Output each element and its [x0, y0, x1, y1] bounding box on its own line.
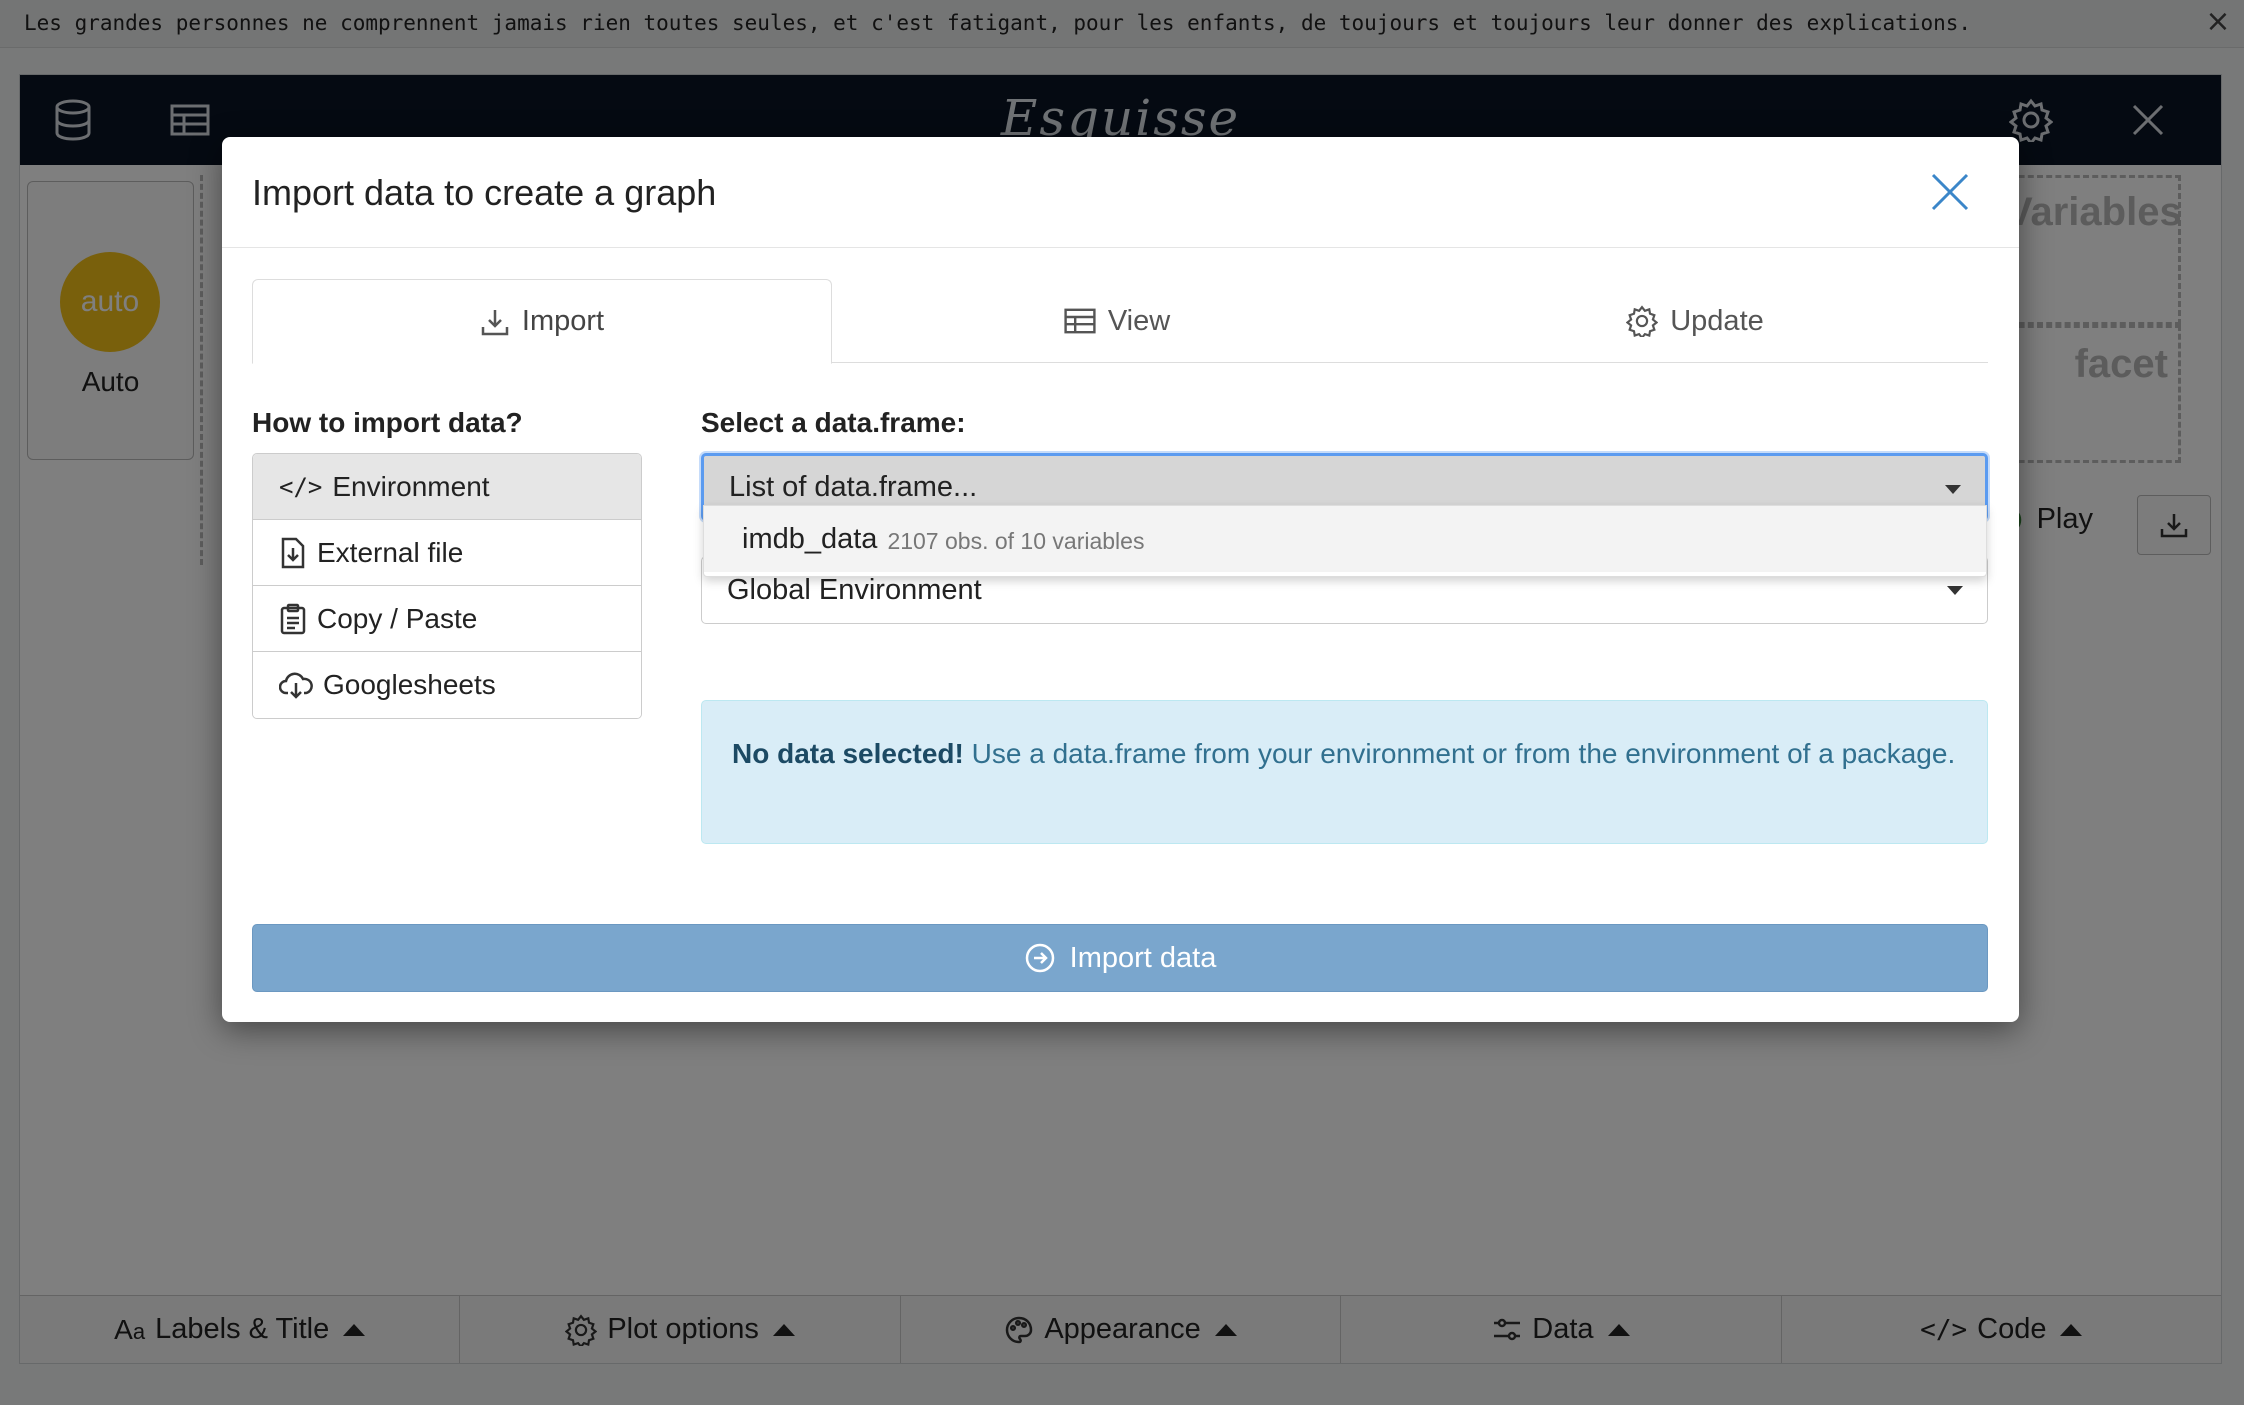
import-method-list: </> Environment External file Copy / Pas… [252, 453, 642, 719]
close-icon[interactable] [1925, 167, 1975, 217]
import-data-button[interactable]: Import data [252, 924, 1988, 992]
tab-view-label: View [1107, 304, 1171, 337]
file-import-icon [281, 537, 305, 568]
clipboard-icon [280, 603, 306, 634]
info-alert: No data selected! Use a data.frame from … [701, 700, 1988, 844]
import-data-label: Import data [1069, 941, 1217, 974]
alert-text: Use a data.frame from your environment o… [963, 738, 1956, 769]
modal-tabs: Import View Update [252, 279, 1988, 364]
option-name: imdb_data [742, 522, 878, 555]
import-data-modal: Import data to create a graph Import Vie… [222, 137, 2019, 1022]
arrow-circle-right-icon [1025, 943, 1054, 973]
alert-strong: No data selected! [732, 738, 964, 769]
tab-update-label: Update [1670, 304, 1764, 337]
cloud-download-icon [279, 672, 313, 699]
tab-update[interactable]: Update [1402, 279, 1988, 363]
environment-select-value: Global Environment [727, 573, 982, 606]
method-label: Environment [332, 470, 490, 502]
modal-title: Import data to create a graph [252, 172, 717, 213]
method-copy-paste[interactable]: Copy / Paste [253, 586, 641, 652]
method-label: External file [317, 536, 464, 568]
dropdown-option[interactable]: imdb_data 2107 obs. of 10 variables [704, 506, 1986, 572]
dataframe-select-value: List of data.frame... [729, 470, 978, 503]
option-detail: 2107 obs. of 10 variables [887, 527, 1145, 554]
download-icon [481, 309, 509, 335]
dataframe-dropdown-menu: imdb_data 2107 obs. of 10 variables [703, 505, 1987, 577]
table-icon [1064, 308, 1096, 334]
caret-down-icon [1945, 485, 1961, 494]
caret-down-icon [1947, 586, 1963, 595]
tab-view[interactable]: View [832, 279, 1402, 363]
tab-import-label: Import [521, 305, 605, 337]
import-method-heading: How to import data? [252, 407, 523, 438]
gear-icon [1626, 305, 1659, 337]
method-external-file[interactable]: External file [253, 520, 641, 586]
modal-header: Import data to create a graph [222, 137, 2019, 248]
tab-import[interactable]: Import [252, 279, 832, 364]
method-label: Copy / Paste [317, 602, 478, 634]
dataframe-select-label: Select a data.frame: [701, 407, 966, 438]
code-icon: </> [279, 472, 323, 501]
method-googlesheets[interactable]: Googlesheets [253, 652, 641, 718]
method-environment[interactable]: </> Environment [253, 454, 641, 520]
method-label: Googlesheets [323, 669, 496, 700]
